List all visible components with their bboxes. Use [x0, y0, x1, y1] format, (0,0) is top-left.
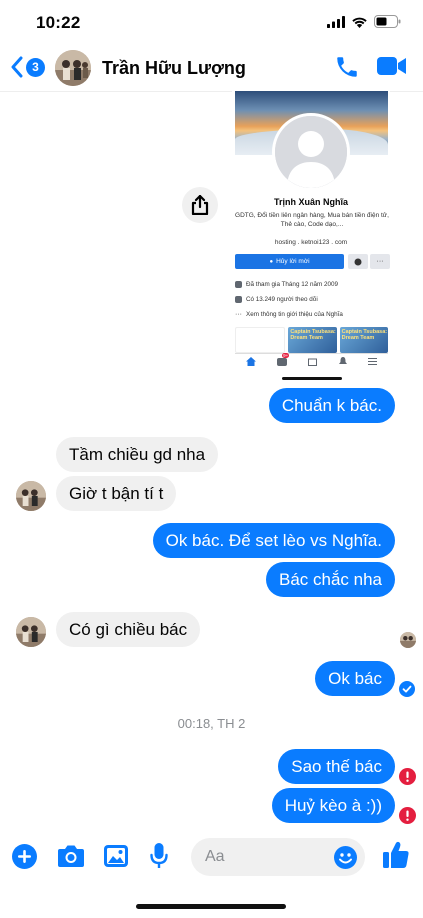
- about-text: Xem thông tin giới thiệu của Nghĩa: [246, 311, 343, 318]
- home-indicator: [136, 904, 286, 909]
- clock-icon: [235, 281, 242, 288]
- photo-thumbnails: Captain Tsubasa: Dream Team Captain Tsub…: [235, 327, 388, 353]
- message-outgoing-failed[interactable]: Huỷ kèo à :)): [271, 788, 395, 823]
- person-icon: ●: [269, 258, 274, 265]
- thumbnail-blank: [235, 327, 286, 353]
- home-icon: [245, 357, 256, 366]
- status-bar: 10:22: [0, 0, 423, 46]
- plus-icon[interactable]: [12, 844, 37, 869]
- menu-icon: [368, 358, 378, 365]
- thumbnail-game-1: Captain Tsubasa: Dream Team: [288, 327, 337, 353]
- joined-text: Đã tham gia Tháng 12 năm 2009: [246, 281, 338, 288]
- delivered-check-icon: [399, 681, 415, 697]
- shared-profile-screenshot[interactable]: Trịnh Xuân Nghĩa GDTG, Đổi tiền liên ngâ…: [232, 91, 390, 381]
- battery-icon: [374, 15, 401, 28]
- phone-icon: [337, 57, 357, 77]
- profile-name: Trịnh Xuân Nghĩa: [273, 197, 348, 207]
- share-button[interactable]: [182, 187, 218, 223]
- back-button[interactable]: 3: [10, 56, 45, 78]
- marketplace-icon: [308, 358, 318, 366]
- sender-avatar[interactable]: [16, 481, 46, 511]
- signal-icon: [327, 15, 345, 28]
- contact-avatar[interactable]: [55, 50, 91, 86]
- message-input-container[interactable]: [191, 838, 365, 876]
- sender-avatar[interactable]: [16, 617, 46, 647]
- thumbnail-game-2-label: Captain Tsubasa: Dream Team: [341, 329, 388, 341]
- microphone-icon[interactable]: [150, 842, 168, 870]
- message-outgoing[interactable]: Chuẩn k bác.: [268, 388, 395, 423]
- ellipsis-icon: ···: [235, 311, 242, 318]
- mini-tab-bar: 9+: [235, 352, 388, 369]
- followers-icon: [235, 296, 242, 303]
- more-mini-button: ···: [370, 254, 390, 269]
- share-icon: [191, 195, 209, 215]
- emoji-icon[interactable]: [334, 846, 357, 869]
- friends-icon: 9+: [277, 352, 290, 366]
- image-gallery-icon[interactable]: [103, 844, 129, 868]
- joined-row: Đã tham gia Tháng 12 năm 2009: [235, 281, 338, 288]
- message-input[interactable]: [205, 838, 335, 876]
- screenshot-home-indicator: [282, 377, 342, 380]
- message-incoming[interactable]: Giờ t bận tí t: [56, 476, 177, 511]
- bell-icon: [338, 357, 347, 364]
- message-outgoing-failed[interactable]: Sao thế bác: [278, 749, 395, 784]
- video-call-button[interactable]: [377, 56, 407, 81]
- seen-avatar: [400, 632, 416, 648]
- status-icons: [327, 15, 401, 28]
- wifi-icon: [352, 17, 367, 28]
- camera-icon[interactable]: [57, 844, 85, 868]
- profile-link: hosting . ketnoi123 . com: [274, 239, 348, 246]
- message-incoming[interactable]: Tầm chiều gd nha: [56, 437, 219, 472]
- chevron-left-icon: [11, 56, 23, 78]
- messenger-icon: [354, 258, 362, 265]
- thumbs-up-icon[interactable]: [382, 840, 410, 870]
- followers-text: Có 13.249 người theo dõi: [246, 296, 318, 303]
- message-outgoing[interactable]: Ok bác: [315, 661, 395, 696]
- error-icon[interactable]: [399, 768, 416, 785]
- profile-bio: GDTG, Đổi tiền liên ngân hàng, Mua bán t…: [235, 212, 389, 228]
- thumbnail-game-2: Captain Tsubasa: Dream Team: [339, 327, 388, 353]
- contact-name[interactable]: Trần Hữu Lượng: [102, 58, 246, 79]
- message-incoming[interactable]: Có gì chiều bác: [56, 612, 201, 647]
- message-outgoing[interactable]: Ok bác. Để set lèo vs Nghĩa.: [152, 523, 395, 558]
- unread-badge: 3: [26, 57, 45, 77]
- message-composer: [0, 834, 423, 880]
- conversation-timestamp: 00:18, TH 2: [177, 716, 246, 731]
- cancel-request-button: ● Hủy lời mời: [235, 254, 344, 269]
- error-icon[interactable]: [399, 807, 416, 824]
- video-camera-icon: [377, 57, 406, 75]
- profile-picture: [272, 113, 350, 191]
- more-icon: ···: [376, 258, 384, 265]
- conversation-header: 3 Trần Hữu Lượng: [0, 46, 423, 92]
- messenger-mini-button: [348, 254, 368, 269]
- thumbnail-game-1-label: Captain Tsubasa: Dream Team: [290, 329, 336, 341]
- followers-row: Có 13.249 người theo dõi: [235, 296, 318, 303]
- cancel-request-label: Hủy lời mời: [276, 258, 310, 265]
- about-row: ··· Xem thông tin giới thiệu của Nghĩa: [235, 311, 343, 318]
- status-time: 10:22: [36, 13, 81, 32]
- friends-badge: 9+: [282, 352, 290, 358]
- message-outgoing[interactable]: Bác chắc nha: [265, 562, 395, 597]
- phone-call-button[interactable]: [334, 54, 360, 85]
